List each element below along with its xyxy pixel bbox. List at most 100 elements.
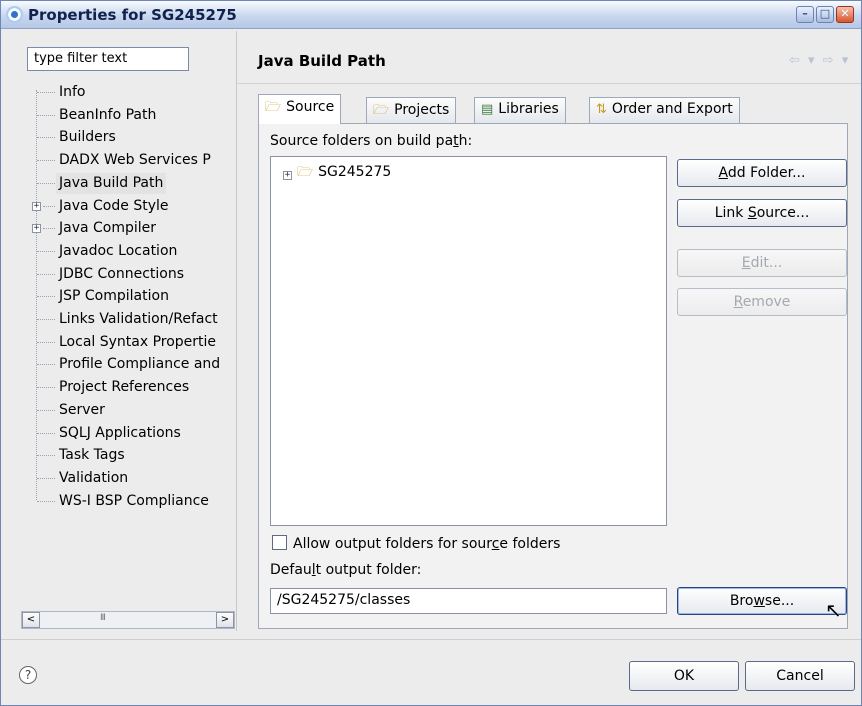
- projects-icon: 🗁: [373, 103, 390, 118]
- tab-order-and-export[interactable]: ⇅ Order and Export: [589, 97, 740, 123]
- tree-item-label: Builders: [59, 129, 116, 146]
- remove-button[interactable]: Remove: [677, 288, 847, 316]
- pane-divider[interactable]: [236, 31, 237, 631]
- tree-item-label: Local Syntax Propertie: [59, 333, 217, 350]
- tree-item[interactable]: JSP Compilation: [21, 286, 235, 307]
- tree-item-label: SQLJ Applications: [59, 424, 181, 441]
- scroll-left-icon[interactable]: <: [22, 612, 40, 628]
- tab-source[interactable]: 🗁 Source: [258, 94, 342, 124]
- browse-button[interactable]: Browse...: [677, 587, 847, 615]
- tree-item[interactable]: Server: [21, 400, 235, 421]
- tree-item-label: Info: [59, 84, 86, 100]
- label-text: h:: [458, 133, 473, 149]
- button-text: dd Folder...: [727, 165, 806, 181]
- tree-item[interactable]: Validation: [21, 468, 235, 489]
- tree-connector: [37, 432, 55, 434]
- window-title: Properties for SG245275: [28, 6, 237, 24]
- close-button[interactable]: ✕: [836, 6, 854, 23]
- footer-separator: [1, 639, 861, 640]
- tree-item-label: Task Tags: [59, 447, 125, 464]
- header-separator: [237, 83, 861, 84]
- tree-connector: [37, 114, 55, 116]
- tree-horizontal-scrollbar[interactable]: < III >: [21, 611, 235, 629]
- button-mnemonic: A: [718, 165, 728, 181]
- tree-connector: [37, 409, 55, 411]
- expand-icon[interactable]: +: [283, 171, 292, 180]
- checkbox-label: e folders: [499, 536, 561, 552]
- tree-item[interactable]: Local Syntax Propertie: [21, 332, 235, 353]
- tree-connector: [37, 477, 55, 479]
- tree-item-label: JSP Compilation: [59, 288, 169, 305]
- tree-item[interactable]: + Java Compiler: [21, 218, 235, 239]
- source-folder-icon: 🗁: [265, 100, 282, 115]
- title-bar[interactable]: Properties for SG245275 – □ ✕: [1, 1, 861, 29]
- tree-item-label: Server: [59, 401, 105, 418]
- property-tree: Info BeanInfo Path Builders DADX Web Servic…: [21, 82, 235, 604]
- folder-name: SG245275: [318, 164, 392, 180]
- tree-connector: [37, 364, 55, 366]
- tree-item[interactable]: WS-I BSP Compliance: [21, 491, 235, 512]
- tree-item[interactable]: Task Tags: [21, 445, 235, 466]
- folder-icon: 🗁: [297, 165, 314, 180]
- filter-input[interactable]: type filter text: [27, 47, 189, 71]
- link-source-button[interactable]: Link Source...: [677, 199, 847, 227]
- app-icon: [6, 6, 23, 23]
- tree-item[interactable]: Javadoc Location: [21, 241, 235, 262]
- tree-item[interactable]: Links Validation/Refact: [21, 309, 235, 330]
- tree-connector: [37, 500, 55, 502]
- tree-item-label: Profile Compliance and: [59, 356, 221, 373]
- tree-connector: [37, 182, 55, 184]
- tree-item-label: JDBC Connections: [59, 265, 185, 282]
- button-text: Bro: [729, 593, 754, 609]
- tree-item-label: WS-I BSP Compliance: [59, 492, 209, 509]
- label-text: t output folder:: [315, 562, 422, 578]
- source-folder-list[interactable]: + 🗁 SG245275: [270, 156, 667, 526]
- tree-item[interactable]: Project References: [21, 377, 235, 398]
- minimize-button[interactable]: –: [796, 6, 814, 23]
- tree-item[interactable]: Info: [21, 82, 235, 103]
- default-output-field[interactable]: /SG245275/classes: [270, 588, 667, 614]
- tree-item-label: Project References: [59, 379, 190, 396]
- default-output-label: Default output folder:: [270, 562, 421, 578]
- checkbox-label: Allow output folders for sour: [293, 536, 492, 552]
- tree-item-label: Validation: [59, 469, 129, 486]
- tab-label: Order and Export: [611, 101, 733, 117]
- tree-item[interactable]: JDBC Connections: [21, 264, 235, 285]
- label-text: Defau: [270, 562, 312, 578]
- maximize-button[interactable]: □: [816, 6, 834, 23]
- allow-output-folders-option[interactable]: Allow output folders for source folders: [272, 535, 560, 552]
- tree-item-label: Javadoc Location: [59, 242, 178, 259]
- edit-button[interactable]: Edit...: [677, 249, 847, 277]
- tree-item-label: DADX Web Services P: [59, 152, 211, 169]
- tab-label: Libraries: [498, 101, 559, 117]
- cancel-button[interactable]: Cancel: [745, 661, 855, 691]
- button-mnemonic: R: [733, 294, 743, 310]
- add-folder-button[interactable]: Add Folder...: [677, 159, 847, 187]
- help-icon[interactable]: ?: [19, 666, 37, 684]
- page-title: Java Build Path: [258, 52, 386, 70]
- tree-item[interactable]: + Java Code Style: [21, 196, 235, 217]
- tab-libraries[interactable]: ▤ Libraries: [474, 97, 566, 123]
- tab-projects[interactable]: 🗁 Projects: [366, 97, 457, 123]
- tree-connector: [37, 341, 55, 343]
- tree-item[interactable]: Java Build Path: [21, 172, 235, 194]
- expand-icon[interactable]: +: [32, 201, 41, 211]
- tree-item[interactable]: SQLJ Applications: [21, 423, 235, 444]
- tree-connector: [43, 205, 55, 207]
- expand-icon[interactable]: +: [32, 224, 41, 234]
- history-nav-icon[interactable]: ⇦ ▾ ⇨ ▾: [789, 53, 850, 68]
- tree-item[interactable]: BeanInfo Path: [21, 105, 235, 126]
- tree-connector: [37, 296, 55, 298]
- tree-connector: [37, 387, 55, 389]
- tree-item[interactable]: DADX Web Services P: [21, 150, 235, 171]
- tree-item[interactable]: Profile Compliance and: [21, 354, 235, 375]
- tree-connector: [37, 250, 55, 252]
- list-item[interactable]: + 🗁 SG245275: [283, 163, 391, 185]
- tree-item[interactable]: Builders: [21, 127, 235, 148]
- scroll-grip[interactable]: III: [100, 613, 106, 623]
- button-text: se...: [764, 593, 795, 609]
- scroll-right-icon[interactable]: >: [216, 612, 234, 628]
- ok-button[interactable]: OK: [629, 661, 739, 691]
- allow-output-checkbox[interactable]: [272, 535, 287, 550]
- tree-item-label: Java Code Style: [59, 197, 169, 214]
